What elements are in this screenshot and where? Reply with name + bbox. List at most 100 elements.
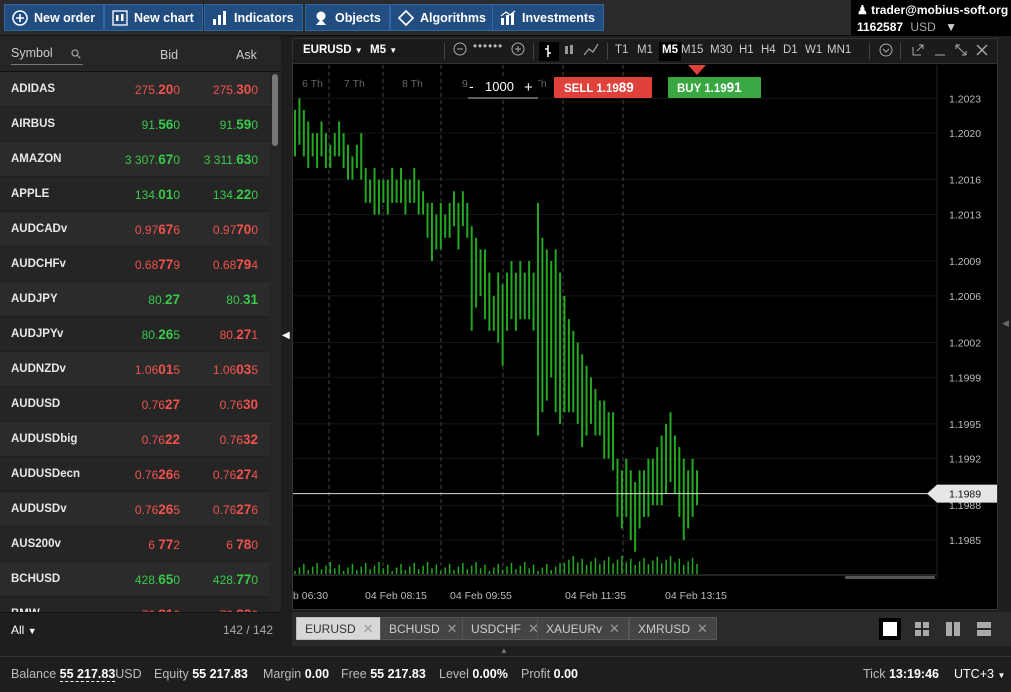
watchlist-row[interactable]: APPLE 134.010 134.220 bbox=[0, 177, 270, 212]
ask-price[interactable]: 0.7632 bbox=[180, 432, 258, 447]
collapse-left-icon[interactable]: ◀ bbox=[282, 330, 290, 341]
close-tab-icon[interactable]: ✕ bbox=[609, 621, 620, 637]
chart-tab[interactable]: USDCHF ✕ bbox=[462, 617, 548, 640]
timeframe-m5[interactable]: M5 bbox=[659, 42, 681, 61]
sell-button-text[interactable]: SELL 1.1989 bbox=[564, 80, 634, 95]
chart-timeframe-dropdown[interactable]: M5 ▼ bbox=[370, 44, 397, 56]
external-window-icon[interactable] bbox=[911, 43, 925, 60]
close-tab-icon[interactable]: ✕ bbox=[697, 621, 708, 637]
timeframe-w1[interactable]: W1 bbox=[805, 44, 822, 56]
bid-price[interactable]: 80.27 bbox=[110, 292, 180, 307]
watchlist-scrollbar[interactable] bbox=[272, 74, 278, 146]
layout-columns-icon[interactable] bbox=[942, 618, 964, 640]
bid-price[interactable]: 0.76266 bbox=[110, 467, 180, 482]
timeframe-m1[interactable]: M1 bbox=[637, 44, 653, 56]
watchlist-row[interactable]: AUDUSDecn 0.76266 0.76274 bbox=[0, 457, 270, 492]
watchlist-row[interactable]: AUDCADv 0.97676 0.97700 bbox=[0, 212, 270, 247]
objects-button[interactable]: Objects bbox=[305, 4, 390, 31]
volume-increase-button[interactable]: + bbox=[524, 79, 533, 96]
timeframe-d1[interactable]: D1 bbox=[783, 44, 798, 56]
bid-price[interactable]: 91.560 bbox=[110, 117, 180, 132]
bid-column-header[interactable]: Bid bbox=[160, 48, 178, 62]
zoom-out-icon[interactable] bbox=[453, 42, 467, 59]
chart-tab[interactable]: EURUSD ✕ bbox=[296, 617, 383, 640]
ask-price[interactable]: 428.770 bbox=[180, 572, 258, 587]
ask-price[interactable]: 1.06035 bbox=[180, 362, 258, 377]
watchlist-row[interactable]: AUS200v 6 772 6 780 bbox=[0, 527, 270, 562]
ask-price[interactable]: 0.7630 bbox=[180, 397, 258, 412]
ask-price[interactable]: 0.76274 bbox=[180, 467, 258, 482]
chart-tab[interactable]: XAUEURv ✕ bbox=[537, 617, 629, 640]
close-tab-icon[interactable]: ✕ bbox=[447, 621, 458, 637]
bid-price[interactable]: 80.265 bbox=[110, 327, 180, 342]
watchlist-row[interactable]: AUDUSDbig 0.7622 0.7632 bbox=[0, 422, 270, 457]
balance-value[interactable]: 55 217.83 bbox=[59, 667, 116, 682]
layout-rows-icon[interactable] bbox=[973, 618, 995, 640]
ask-price[interactable]: 91.590 bbox=[180, 117, 258, 132]
bid-price[interactable]: 0.76265 bbox=[110, 502, 180, 517]
ask-column-header[interactable]: Ask bbox=[236, 48, 257, 62]
watchlist-row[interactable]: AUDUSDv 0.76265 0.76276 bbox=[0, 492, 270, 527]
bid-price[interactable]: 0.97676 bbox=[110, 222, 180, 237]
chart-tab[interactable]: BCHUSD ✕ bbox=[380, 617, 467, 640]
chart-settings-icon[interactable] bbox=[879, 43, 893, 60]
bid-price[interactable]: 1.06015 bbox=[110, 362, 180, 377]
bid-price[interactable]: 0.7627 bbox=[110, 397, 180, 412]
watchlist-row[interactable]: AUDJPYv 80.265 80.271 bbox=[0, 317, 270, 352]
bid-price[interactable]: 134.010 bbox=[110, 187, 180, 202]
panel-resize-handle[interactable]: ▲ bbox=[500, 646, 512, 656]
volume-decrease-button[interactable]: - bbox=[469, 78, 474, 94]
investments-button[interactable]: Investments bbox=[492, 4, 604, 31]
chevron-down-icon[interactable]: ▼ bbox=[945, 20, 957, 34]
ask-price[interactable]: 134.220 bbox=[180, 187, 258, 202]
volume-input[interactable]: 1000 bbox=[485, 79, 514, 94]
price-chart-svg[interactable]: 1.2023 1.2020 1.2016 1.2013 1.2009 1.2006 1.20… bbox=[293, 65, 997, 609]
timezone-dropdown[interactable]: UTC+3 ▼ bbox=[954, 667, 1005, 681]
ask-price[interactable]: 3 311.630 bbox=[180, 152, 258, 167]
close-icon[interactable] bbox=[975, 43, 989, 60]
bid-price[interactable]: 428.650 bbox=[110, 572, 180, 587]
watchlist-row[interactable]: AUDCHFv 0.68779 0.68794 bbox=[0, 247, 270, 282]
bid-price[interactable]: 6 772 bbox=[110, 537, 180, 552]
filter-dropdown[interactable]: All ▼ bbox=[11, 623, 37, 637]
layout-single-icon[interactable] bbox=[879, 618, 901, 640]
candlestick-type-icon[interactable] bbox=[563, 43, 575, 60]
buy-button-text[interactable]: BUY 1.1991 bbox=[677, 80, 742, 95]
ask-price[interactable]: 0.76276 bbox=[180, 502, 258, 517]
zoom-in-icon[interactable] bbox=[511, 42, 525, 59]
ask-price[interactable]: 0.97700 bbox=[180, 222, 258, 237]
line-type-icon[interactable] bbox=[583, 43, 599, 60]
new-order-button[interactable]: New order bbox=[4, 4, 105, 31]
chart-symbol-dropdown[interactable]: EURUSD ▼ bbox=[303, 44, 363, 56]
bid-price[interactable]: 0.7622 bbox=[110, 432, 180, 447]
chart-tab[interactable]: XMRUSD ✕ bbox=[629, 617, 717, 640]
collapse-right-icon[interactable]: ◀ bbox=[1002, 318, 1009, 329]
algorithms-button[interactable]: Algorithms bbox=[390, 4, 495, 31]
maximize-icon[interactable] bbox=[954, 43, 968, 60]
zoom-slider[interactable]: •••••• bbox=[473, 41, 503, 53]
bid-price[interactable]: 275.200 bbox=[110, 82, 180, 97]
timeframe-h4[interactable]: H4 bbox=[761, 44, 776, 56]
watchlist-row[interactable]: AIRBUS 91.560 91.590 bbox=[0, 107, 270, 142]
bar-type-icon[interactable] bbox=[539, 42, 559, 61]
new-chart-button[interactable]: New chart bbox=[104, 4, 203, 31]
price-chart[interactable]: 1.2023 1.2020 1.2016 1.2013 1.2009 1.2006 1.20… bbox=[293, 65, 997, 609]
ask-price[interactable]: 0.68794 bbox=[180, 257, 258, 272]
bid-price[interactable]: 3 307.670 bbox=[110, 152, 180, 167]
timeframe-h1[interactable]: H1 bbox=[739, 44, 754, 56]
ask-price[interactable]: 6 780 bbox=[180, 537, 258, 552]
watchlist-row[interactable]: AUDNZDv 1.06015 1.06035 bbox=[0, 352, 270, 387]
timeframe-m30[interactable]: M30 bbox=[710, 44, 732, 56]
timeframe-m15[interactable]: M15 bbox=[681, 44, 703, 56]
watchlist-row[interactable]: AUDUSD 0.7627 0.7630 bbox=[0, 387, 270, 422]
symbol-search-input[interactable]: Symbol bbox=[11, 46, 83, 65]
chart-horizontal-scrollbar[interactable] bbox=[845, 576, 935, 579]
account-menu[interactable]: ♟ trader@mobius-soft.org 1162587 USD ▼ bbox=[851, 0, 1011, 36]
ask-price[interactable]: 80.271 bbox=[180, 327, 258, 342]
minimize-icon[interactable] bbox=[933, 43, 947, 60]
watchlist-row[interactable]: AUDJPY 80.27 80.31 bbox=[0, 282, 270, 317]
ask-price[interactable]: 275.300 bbox=[180, 82, 258, 97]
close-tab-icon[interactable]: ✕ bbox=[363, 621, 374, 637]
indicators-button[interactable]: Indicators bbox=[204, 4, 303, 31]
watchlist-row[interactable]: BMW72.81072.830 bbox=[0, 597, 270, 612]
